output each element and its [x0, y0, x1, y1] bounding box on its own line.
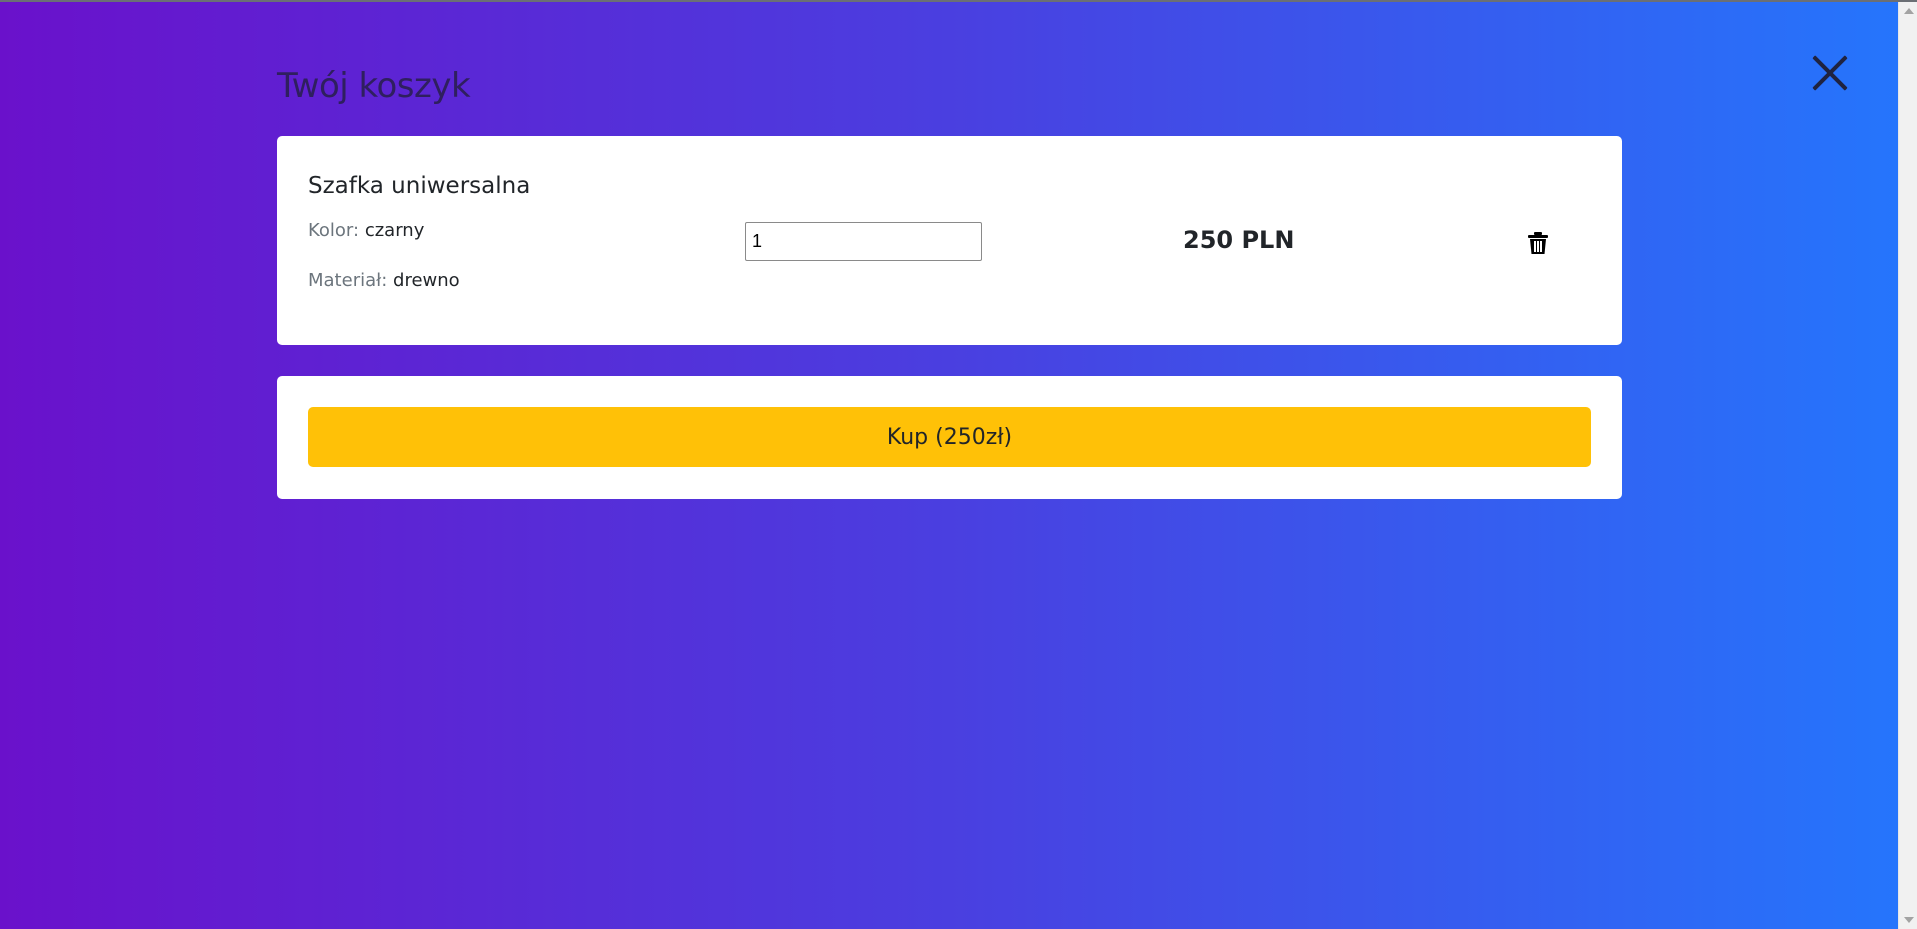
scroll-up-icon[interactable]	[1904, 8, 1914, 14]
scroll-down-icon[interactable]	[1904, 917, 1914, 923]
cart-item-card: Szafka uniwersalna Kolor: czarny Materia…	[277, 136, 1622, 345]
trash-icon[interactable]	[1527, 231, 1549, 255]
page-title: Twój koszyk	[277, 66, 471, 106]
item-color-label: Kolor:	[308, 220, 360, 241]
buy-button[interactable]: Kup (250zł)	[308, 407, 1591, 467]
item-material: Materiał: drewno	[308, 270, 460, 291]
item-name: Szafka uniwersalna	[308, 173, 531, 199]
close-icon[interactable]	[1810, 53, 1850, 93]
checkout-card: Kup (250zł)	[277, 376, 1622, 499]
item-color-value: czarny	[364, 220, 425, 241]
vertical-scrollbar[interactable]	[1898, 2, 1917, 929]
cart-page: Twój koszyk Szafka uniwersalna Kolor: cz…	[0, 2, 1898, 929]
quantity-input[interactable]	[745, 222, 982, 261]
item-color: Kolor: czarny	[308, 220, 424, 241]
item-price: 250 PLN	[1183, 226, 1295, 254]
item-material-value: drewno	[393, 270, 460, 291]
item-material-label: Materiał:	[308, 270, 388, 291]
